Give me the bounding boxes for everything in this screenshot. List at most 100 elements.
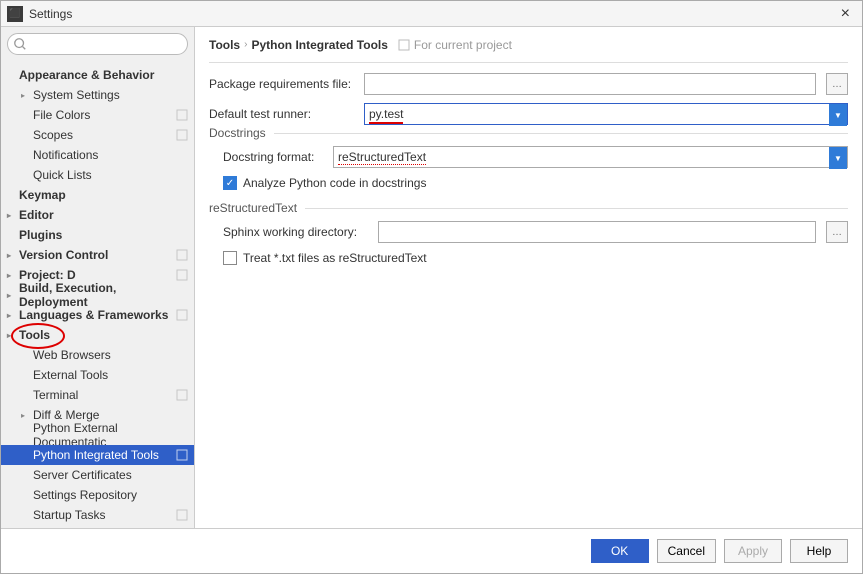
project-scope-icon <box>176 269 188 281</box>
tree-item-label: Quick Lists <box>33 168 92 182</box>
analyze-checkbox[interactable]: ✓ <box>223 176 237 190</box>
tree-item-label: Python Integrated Tools <box>33 448 159 462</box>
analyze-checkbox-row[interactable]: ✓ Analyze Python code in docstrings <box>223 176 848 190</box>
docstring-format-value: reStructuredText <box>338 150 426 165</box>
package-req-label: Package requirements file: <box>209 77 354 91</box>
tree-item-external-tools[interactable]: External Tools <box>1 365 194 385</box>
test-runner-select[interactable]: py.test ▼ <box>364 103 848 125</box>
analyze-label: Analyze Python code in docstrings <box>243 176 426 190</box>
close-icon[interactable]: × <box>835 5 856 23</box>
browse-button[interactable]: … <box>826 221 848 243</box>
breadcrumb: Tools › Python Integrated Tools For curr… <box>209 27 848 63</box>
tree-item-server-certificates[interactable]: Server Certificates <box>1 465 194 485</box>
search-input[interactable] <box>7 33 188 55</box>
footer: OK Cancel Apply Help <box>1 528 862 573</box>
tree-item-keymap[interactable]: Keymap <box>1 185 194 205</box>
tree-item-web-browsers[interactable]: Web Browsers <box>1 345 194 365</box>
tree-item-editor[interactable]: ▸ Editor <box>1 205 194 225</box>
tree-item-label: Editor <box>19 208 54 222</box>
chevron-down-icon: ▼ <box>829 104 847 126</box>
tree-item-label: File Colors <box>33 108 90 122</box>
tree-item-notifications[interactable]: Notifications <box>1 145 194 165</box>
expand-arrow-icon: ▸ <box>7 271 11 280</box>
tree-item-label: Keymap <box>19 188 66 202</box>
rst-legend: reStructuredText <box>209 201 305 215</box>
expand-arrow-icon: ▸ <box>7 331 11 340</box>
project-scope-icon <box>176 309 188 321</box>
sidebar: Appearance & Behavior ▸ System Settings Fil… <box>1 27 195 528</box>
project-scope-icon <box>176 509 188 521</box>
treat-txt-checkbox-row[interactable]: Treat *.txt files as reStructuredText <box>223 251 848 265</box>
chevron-right-icon: › <box>244 39 247 50</box>
tree-item-tools[interactable]: ▸ Tools <box>1 325 194 345</box>
settings-tree: Appearance & Behavior ▸ System Settings Fil… <box>1 61 194 528</box>
tree-item-scopes[interactable]: Scopes <box>1 125 194 145</box>
breadcrumb-hint: For current project <box>398 38 512 52</box>
tree-item-settings-repository[interactable]: Settings Repository <box>1 485 194 505</box>
app-icon: ⬛ <box>7 6 23 22</box>
cancel-button[interactable]: Cancel <box>657 539 716 563</box>
test-runner-label: Default test runner: <box>209 107 354 121</box>
search-icon <box>13 37 27 51</box>
expand-arrow-icon: ▸ <box>21 91 25 100</box>
window-title: Settings <box>29 7 835 21</box>
tree-item-label: External Tools <box>33 368 108 382</box>
treat-txt-label: Treat *.txt files as reStructuredText <box>243 251 427 265</box>
docstring-format-select[interactable]: reStructuredText ▼ <box>333 146 848 168</box>
titlebar: ⬛ Settings × <box>1 1 862 27</box>
tree-item-label: Web Browsers <box>33 348 111 362</box>
project-scope-icon <box>176 249 188 261</box>
expand-arrow-icon: ▸ <box>7 291 11 300</box>
tree-item-label: Version Control <box>19 248 108 262</box>
tree-item-label: Settings Repository <box>33 488 137 502</box>
tree-item-label: Languages & Frameworks <box>19 308 168 322</box>
breadcrumb-item: Python Integrated Tools <box>251 38 387 52</box>
apply-button[interactable]: Apply <box>724 539 782 563</box>
tree-item-label: Notifications <box>33 148 98 162</box>
project-scope-icon <box>398 39 410 51</box>
tree-item-build-execution-deployment[interactable]: ▸Build, Execution, Deployment <box>1 285 194 305</box>
tree-item-label: Appearance & Behavior <box>19 68 154 82</box>
tree-item-appearance-behavior[interactable]: Appearance & Behavior <box>1 65 194 85</box>
treat-txt-checkbox[interactable] <box>223 251 237 265</box>
tree-item-python-integrated-tools[interactable]: Python Integrated Tools <box>1 445 194 465</box>
breadcrumb-item[interactable]: Tools <box>209 38 240 52</box>
tree-item-startup-tasks[interactable]: Startup Tasks <box>1 505 194 525</box>
tree-item-label: Tools <box>19 328 50 342</box>
browse-button[interactable]: … <box>826 73 848 95</box>
tree-item-file-colors[interactable]: File Colors <box>1 105 194 125</box>
tree-item-label: System Settings <box>33 88 120 102</box>
expand-arrow-icon: ▸ <box>7 211 11 220</box>
tree-item-terminal[interactable]: Terminal <box>1 385 194 405</box>
tree-item-quick-lists[interactable]: Quick Lists <box>1 165 194 185</box>
tree-item-languages-frameworks[interactable]: ▸ Languages & Frameworks <box>1 305 194 325</box>
docstring-format-label: Docstring format: <box>223 150 323 164</box>
tree-item-label: Server Certificates <box>33 468 132 482</box>
chevron-down-icon: ▼ <box>829 147 847 169</box>
package-req-input[interactable] <box>364 73 816 95</box>
tree-item-label: Startup Tasks <box>33 508 105 522</box>
sphinx-label: Sphinx working directory: <box>223 225 368 239</box>
expand-arrow-icon: ▸ <box>7 311 11 320</box>
help-button[interactable]: Help <box>790 539 848 563</box>
project-scope-icon <box>176 109 188 121</box>
tree-item-label: Project: D <box>19 268 76 282</box>
test-runner-value: py.test <box>369 107 403 124</box>
rst-section: reStructuredText Sphinx working director… <box>209 208 848 265</box>
docstrings-legend: Docstrings <box>209 126 274 140</box>
tree-item-system-settings[interactable]: ▸ System Settings <box>1 85 194 105</box>
tree-item-plugins[interactable]: Plugins <box>1 225 194 245</box>
project-scope-icon <box>176 129 188 141</box>
sphinx-input[interactable] <box>378 221 816 243</box>
tree-item-python-external-documentatic[interactable]: Python External Documentatic <box>1 425 194 445</box>
docstrings-section: Docstrings Docstring format: reStructure… <box>209 133 848 190</box>
tree-item-version-control[interactable]: ▸Version Control <box>1 245 194 265</box>
tree-item-label: Plugins <box>19 228 62 242</box>
tree-item-label: Terminal <box>33 388 78 402</box>
tree-item-label: Diff & Merge <box>33 408 99 422</box>
content-panel: Tools › Python Integrated Tools For curr… <box>195 27 862 528</box>
ok-button[interactable]: OK <box>591 539 649 563</box>
project-scope-icon <box>176 449 188 461</box>
tree-item-label: Scopes <box>33 128 73 142</box>
expand-arrow-icon: ▸ <box>21 411 25 420</box>
